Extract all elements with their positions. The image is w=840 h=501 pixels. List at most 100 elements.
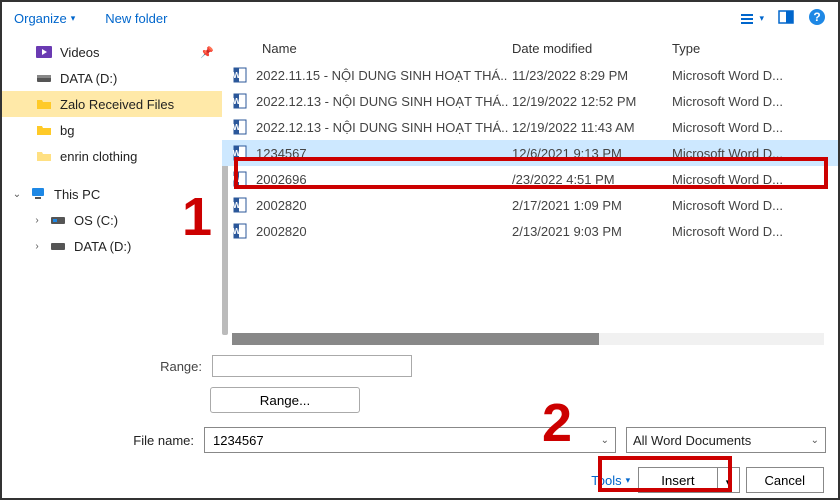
chevron-down-icon: ▾ <box>726 477 731 487</box>
new-folder-button[interactable]: New folder <box>105 11 167 26</box>
video-icon <box>36 44 52 60</box>
column-name[interactable]: Name <box>232 41 512 56</box>
drive-icon <box>50 212 66 228</box>
sidebar-item-os-c[interactable]: › OS (C:) <box>2 207 222 233</box>
sidebar-item-label: enrin clothing <box>60 149 137 164</box>
svg-text:W: W <box>233 97 241 106</box>
help-icon: ? <box>808 8 826 26</box>
filename-input[interactable] <box>211 432 601 449</box>
svg-text:W: W <box>233 227 241 236</box>
filename-combobox[interactable]: ⌄ <box>204 427 616 453</box>
svg-text:W: W <box>233 71 241 80</box>
file-row[interactable]: W 2022.12.13 - NỘI DUNG SINH HOẠT THÁ.. 12… <box>222 88 838 114</box>
view-mode-button[interactable]: ▾ <box>739 11 764 27</box>
file-list: Name Date modified Type W 2022.11.15 - NỘ… <box>222 35 838 345</box>
column-date[interactable]: Date modified <box>512 41 672 56</box>
sidebar-item-data-d-2[interactable]: › DATA (D:) <box>2 233 222 259</box>
file-row[interactable]: W2022.12.13 - NỘI DUNG SINH HOẠT THÁ..12… <box>222 114 838 140</box>
chevron-right-icon: › <box>32 215 42 226</box>
range-label: Range: <box>142 359 202 374</box>
sidebar-item-zalo[interactable]: Zalo Received Files <box>2 91 222 117</box>
word-file-icon: W <box>232 223 248 239</box>
file-type: Microsoft Word D... <box>672 68 828 83</box>
sidebar-item-label: DATA (D:) <box>60 71 117 86</box>
file-row[interactable]: W 2022.11.15 - NỘI DUNG SINH HOẠT THÁ.. 11… <box>222 62 838 88</box>
file-date: /23/2022 4:51 PM <box>512 172 672 187</box>
sidebar-item-data-d[interactable]: DATA (D:) <box>2 65 222 91</box>
folder-icon <box>36 122 52 138</box>
chevron-down-icon: ▾ <box>626 475 631 486</box>
file-list-header[interactable]: Name Date modified Type <box>222 35 838 62</box>
insert-dropdown-button[interactable]: ▾ <box>718 467 740 493</box>
svg-text:W: W <box>233 201 241 210</box>
navigation-sidebar: Videos 📌 DATA (D:) Zalo Received Files b… <box>2 35 222 345</box>
sidebar-item-enrin[interactable]: enrin clothing <box>2 143 222 169</box>
file-date: 12/19/2022 11:43 AM <box>512 120 672 135</box>
file-name: 2002696_ <box>256 172 314 187</box>
file-date: 11/23/2022 8:29 PM <box>512 68 672 83</box>
word-file-icon: W <box>232 145 248 161</box>
file-date: 2/13/2021 9:03 PM <box>512 224 672 239</box>
drive-icon <box>36 70 52 86</box>
filetype-label: All Word Documents <box>633 433 751 448</box>
file-type: Microsoft Word D... <box>672 198 828 213</box>
word-file-icon: W <box>232 119 248 135</box>
file-name: 2002820 <box>256 198 307 213</box>
file-type: Microsoft Word D... <box>672 120 828 135</box>
sidebar-item-videos[interactable]: Videos 📌 <box>2 39 222 65</box>
file-date: 12/19/2022 12:52 PM <box>512 94 672 109</box>
file-name: 2022.11.15 - NỘI DUNG SINH HOẠT THÁ.. <box>256 68 507 83</box>
file-name: 2022.12.13 - NỘI DUNG SINH HOẠT THÁ.. <box>256 94 508 109</box>
sidebar-item-label: OS (C:) <box>74 213 118 228</box>
filename-label: File name: <box>14 433 194 448</box>
file-row[interactable]: W 2002820 2/17/2021 1:09 PMMicrosoft Word … <box>222 192 838 218</box>
sidebar-item-label: This PC <box>54 187 100 202</box>
chevron-right-icon: › <box>32 241 42 252</box>
file-type: Microsoft Word D... <box>672 172 828 187</box>
column-type[interactable]: Type <box>672 41 828 56</box>
filetype-filter[interactable]: All Word Documents ⌄ <box>626 427 826 453</box>
word-file-icon: W <box>232 67 248 83</box>
file-type: Microsoft Word D... <box>672 146 828 161</box>
insert-button[interactable]: Insert <box>638 467 717 493</box>
file-name: 1234567 <box>256 146 307 161</box>
word-file-icon: W <box>232 171 248 187</box>
file-name: 2002820 <box>256 224 307 239</box>
file-date: 2/17/2021 1:09 PM <box>512 198 672 213</box>
svg-text:W: W <box>233 175 241 184</box>
chevron-down-icon: ⌄ <box>811 435 819 446</box>
chevron-down-icon[interactable]: ⌄ <box>601 435 609 446</box>
word-file-icon: W <box>232 197 248 213</box>
svg-text:?: ? <box>813 10 820 24</box>
preview-pane-button[interactable] <box>778 9 794 28</box>
help-button[interactable]: ? <box>808 8 826 29</box>
range-input[interactable] <box>212 355 412 377</box>
pin-icon: 📌 <box>200 46 214 59</box>
sidebar-item-thispc[interactable]: ⌄ This PC <box>2 181 222 207</box>
computer-icon <box>30 186 46 202</box>
range-button[interactable]: Range... <box>210 387 360 413</box>
sidebar-item-label: DATA (D:) <box>74 239 131 254</box>
chevron-down-icon: ⌄ <box>12 189 22 200</box>
file-type: Microsoft Word D... <box>672 224 828 239</box>
file-row[interactable]: W 2002820 2/13/2021 9:03 PMMicrosoft Word … <box>222 218 838 244</box>
folder-icon <box>36 148 52 164</box>
sidebar-item-label: Videos <box>60 45 100 60</box>
file-date: 12/6/2021 9:13 PM <box>512 146 672 161</box>
folder-open-icon <box>36 96 52 112</box>
horizontal-scrollbar[interactable] <box>232 333 824 345</box>
list-icon <box>739 11 755 27</box>
file-row[interactable]: W 1234567 12/6/2021 9:13 PMMicrosoft Word … <box>222 140 838 166</box>
drive-icon <box>50 238 66 254</box>
file-row[interactable]: W 2002696_ /23/2022 4:51 PMMicrosoft Word … <box>222 166 838 192</box>
sidebar-item-bg[interactable]: bg <box>2 117 222 143</box>
preview-icon <box>778 9 794 25</box>
tools-button[interactable]: Tools ▾ <box>591 473 630 488</box>
cancel-button[interactable]: Cancel <box>746 467 824 493</box>
chevron-down-icon: ▾ <box>71 13 76 24</box>
organize-button[interactable]: Organize ▾ <box>14 11 75 26</box>
file-type: Microsoft Word D... <box>672 94 828 109</box>
svg-text:W: W <box>233 123 241 132</box>
insert-split-button: Insert ▾ <box>638 467 739 493</box>
sidebar-item-label: bg <box>60 123 74 138</box>
